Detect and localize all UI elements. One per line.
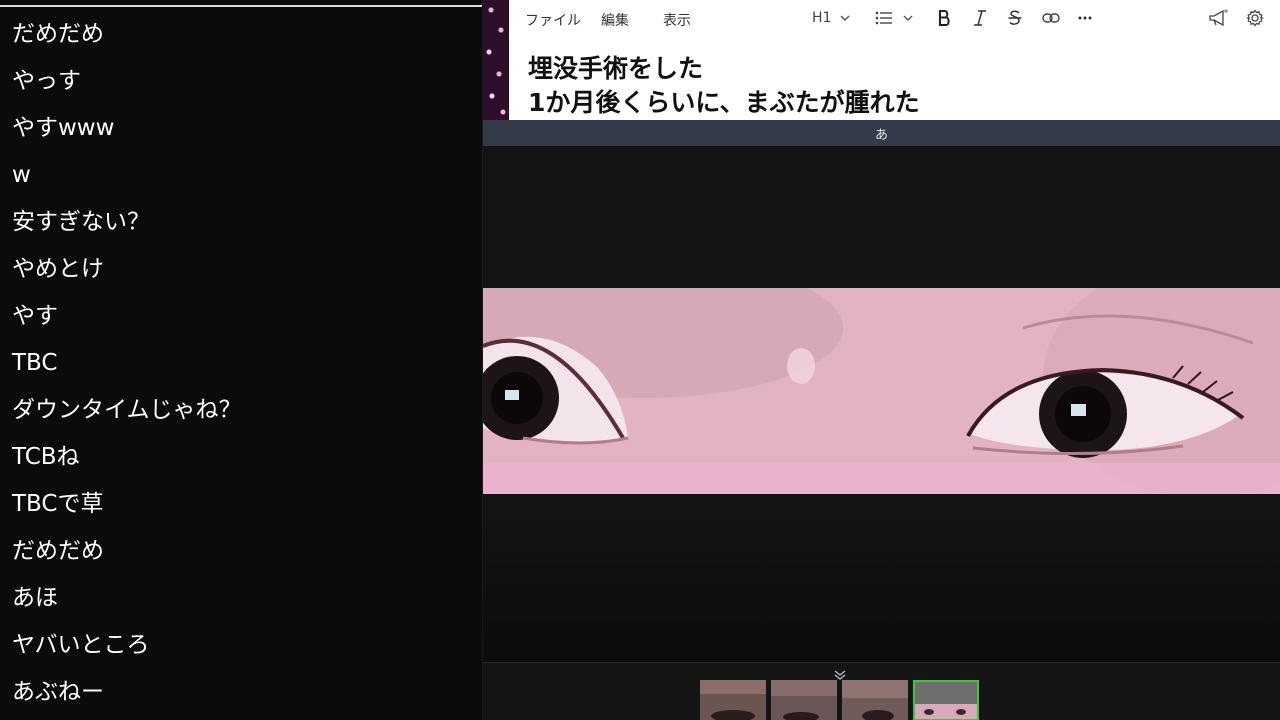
heading-select-label: H1 [812, 10, 832, 26]
italic-button[interactable] [973, 10, 987, 26]
editor-toolbar: ファイル 編集 表示 H1 [509, 0, 1280, 38]
link-icon [1042, 12, 1060, 24]
gear-icon [1246, 9, 1264, 27]
heading-select[interactable]: H1 [812, 10, 850, 26]
notepad-editor: ファイル 編集 表示 H1 埋没手術をした 1か月後くらいに、まぶたが腫れた [483, 0, 1280, 120]
more-icon [1078, 16, 1092, 20]
strikethrough-button[interactable] [1008, 10, 1022, 26]
menu-file[interactable]: ファイル [525, 10, 581, 30]
eyes-photo [483, 288, 1280, 494]
chat-message: だめだめ [12, 21, 104, 47]
chat-message: TBC [12, 350, 58, 376]
document-line: 埋没手術をした [528, 54, 704, 83]
chat-message: w [12, 162, 31, 188]
divider-bar: あ [483, 120, 1280, 146]
document-content[interactable]: 埋没手術をした 1か月後くらいに、まぶたが腫れた [528, 52, 920, 120]
chat-message: やす [12, 303, 58, 329]
whats-new-button[interactable] [1208, 9, 1228, 27]
menu-edit[interactable]: 編集 [601, 10, 629, 30]
bold-button[interactable] [937, 10, 951, 26]
more-button[interactable] [1078, 16, 1092, 20]
chat-message: TCBね [12, 444, 80, 470]
sakura-wallpaper-strip [483, 0, 509, 120]
chat-message: 安すぎない？ [12, 209, 150, 235]
divider-glyph: あ [874, 128, 888, 143]
chevron-down-icon [903, 14, 913, 22]
bold-icon [937, 10, 951, 26]
chat-message: ヤバいところ [12, 632, 150, 658]
chat-message: やすwww [12, 115, 115, 141]
chat-message-list: だめだめ やっす やすwww w 安すぎない？ やめとけ やす TBC ダウンタ… [12, 16, 242, 720]
chat-message: やめとけ [12, 256, 104, 282]
megaphone-icon [1208, 9, 1228, 27]
chevron-down-icon [840, 14, 850, 22]
collapse-chevron-icon[interactable] [833, 665, 847, 680]
filmstrip-thumbnail-selected[interactable] [913, 680, 979, 720]
chat-message: あほ [12, 585, 58, 611]
filmstrip-thumbnail[interactable] [771, 680, 837, 720]
filmstrip-thumbnail[interactable] [842, 680, 908, 720]
chat-message: TBCで草 [12, 491, 104, 517]
chat-divider [0, 5, 482, 7]
filmstrip [483, 662, 1280, 720]
list-button[interactable] [875, 11, 913, 29]
chat-panel: だめだめ やっす やすwww w 安すぎない？ やめとけ やす TBC ダウンタ… [0, 0, 483, 720]
strikethrough-icon [1008, 10, 1022, 26]
chat-message: あぶねー [12, 679, 104, 705]
chat-message: ダウンタイムじゃね？ [12, 397, 242, 423]
italic-icon [973, 10, 987, 26]
filmstrip-thumbnail[interactable] [700, 680, 766, 720]
chat-message: だめだめ [12, 538, 104, 564]
photo-viewer [483, 146, 1280, 662]
document-line: 1か月後くらいに、まぶたが腫れた [528, 88, 920, 117]
link-button[interactable] [1042, 12, 1060, 24]
menu-view[interactable]: 表示 [663, 10, 691, 30]
chat-message: やっす [12, 68, 81, 94]
settings-button[interactable] [1246, 9, 1264, 27]
list-icon [875, 11, 893, 25]
